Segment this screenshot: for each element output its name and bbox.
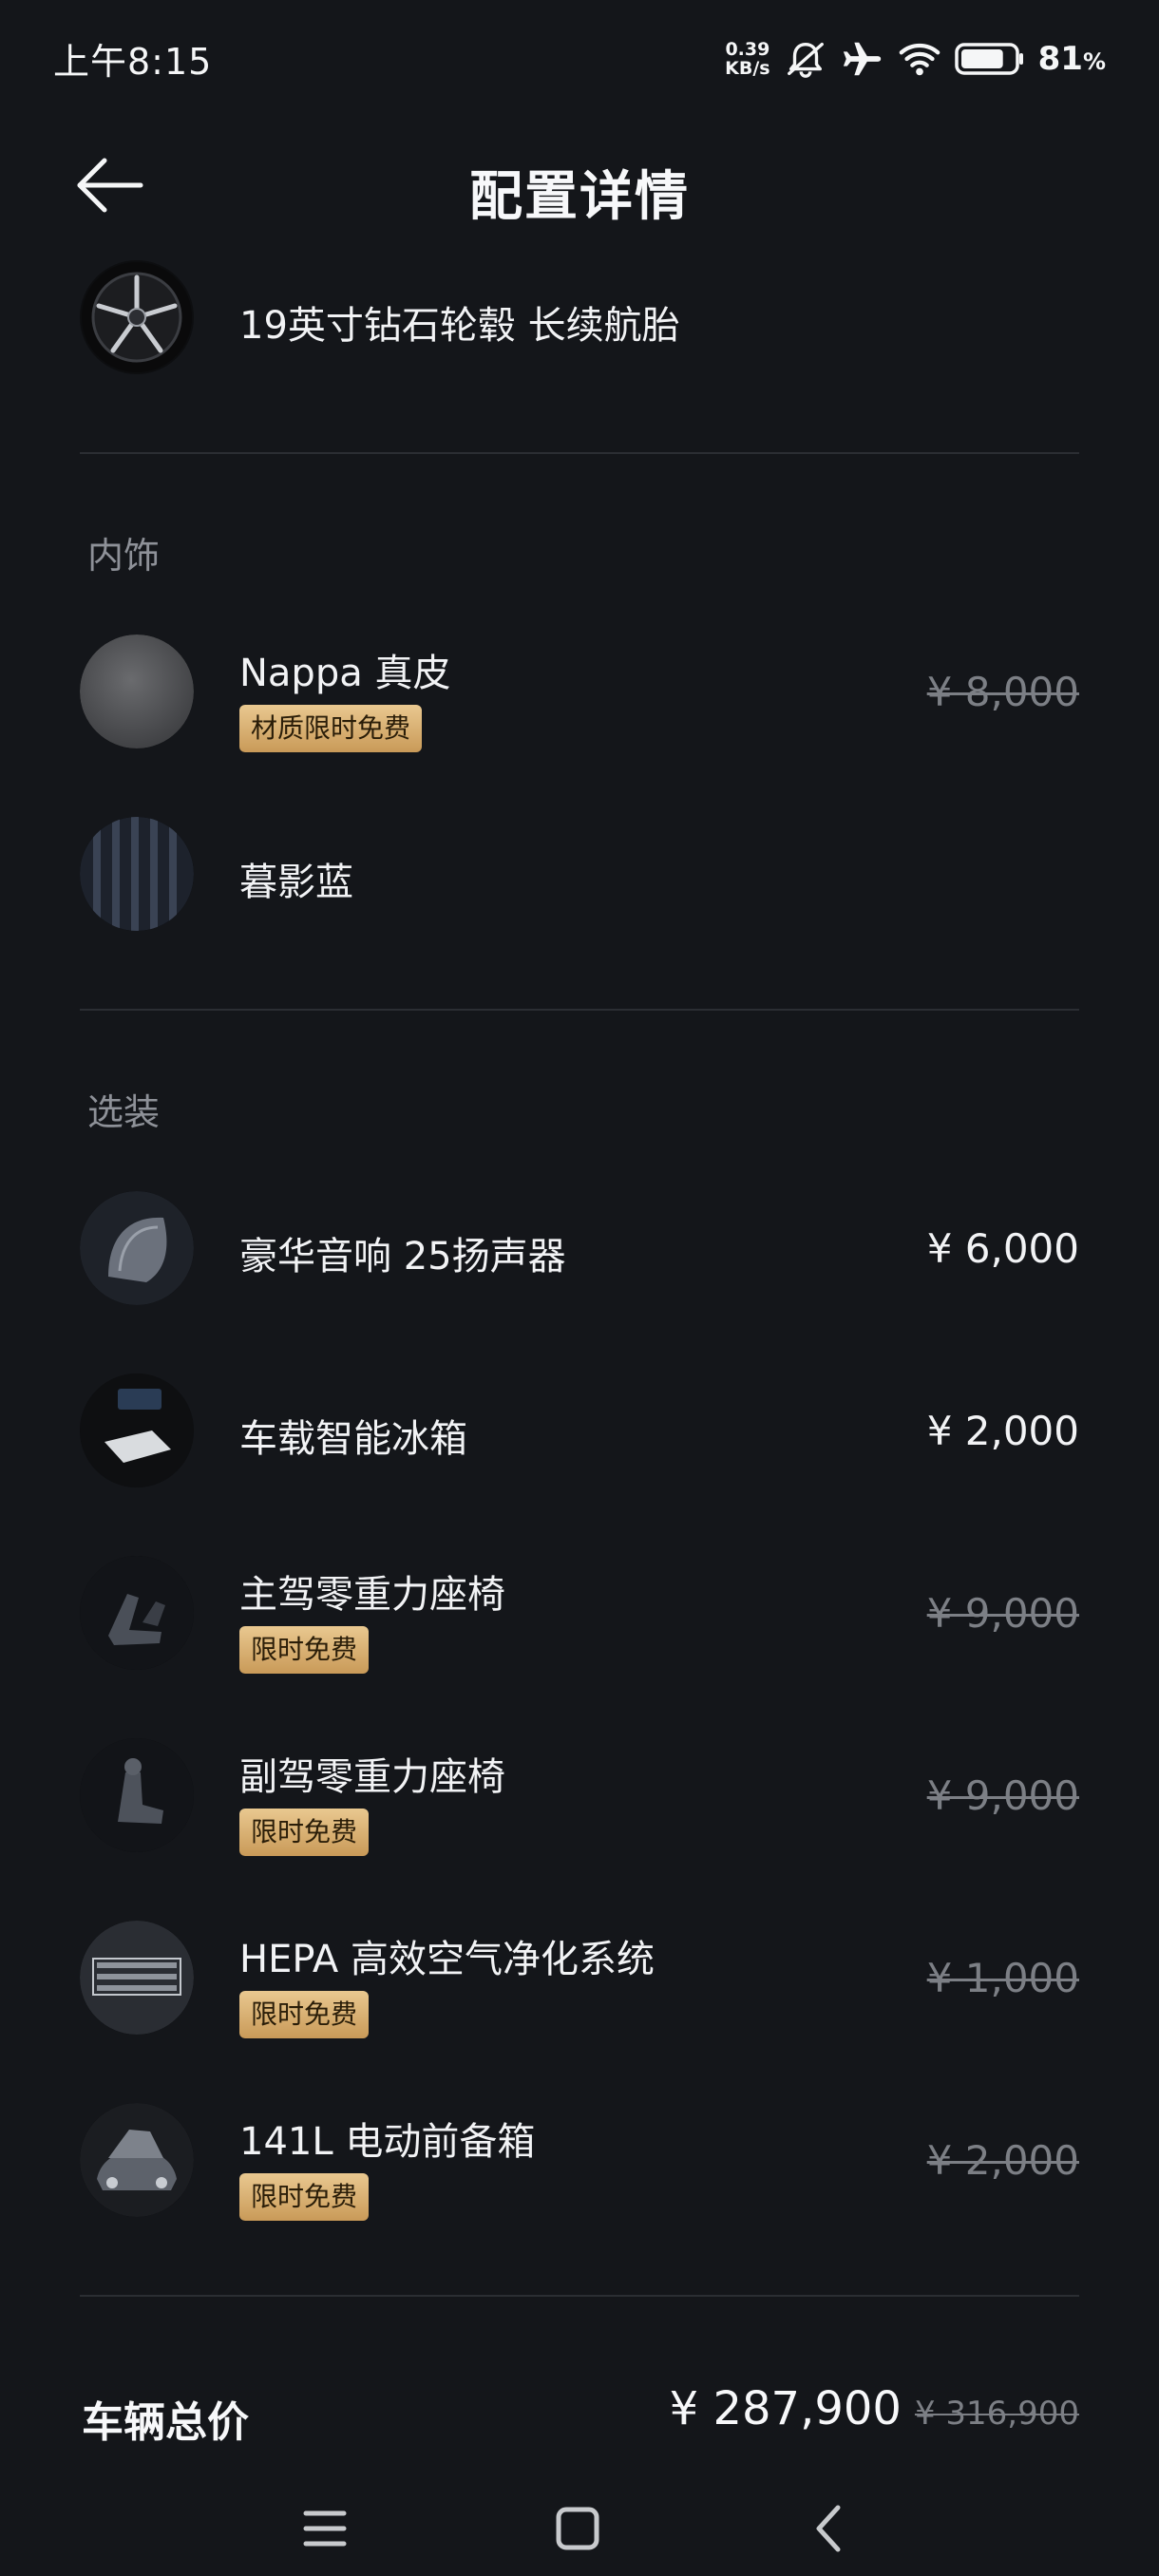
option-item-name: 豪华音响 25扬声器	[239, 1235, 566, 1279]
silent-bell-icon	[787, 42, 824, 78]
seat-thumbnail	[80, 1738, 194, 1852]
total-original-price: ¥ 316,900	[914, 2395, 1079, 2433]
option-item-name: HEPA 高效空气净化系统	[239, 1938, 655, 1981]
page-header: 配置详情	[0, 133, 1159, 237]
option-item-fridge[interactable]: 车载智能冰箱 ¥ 2,000	[80, 1372, 1079, 1489]
promo-badge: 限时免费	[239, 2173, 370, 2221]
option-item-name: 副驾零重力座椅	[239, 1755, 505, 1799]
frunk-thumbnail	[80, 2103, 194, 2217]
section-label-options: 选装	[87, 1091, 161, 1133]
home-icon	[556, 2507, 599, 2550]
section-divider	[80, 452, 1079, 454]
option-item-price: ¥ 9,000	[926, 1590, 1079, 1637]
promo-badge: 限时免费	[239, 1991, 370, 2038]
option-item-driver-seat[interactable]: 主驾零重力座椅 限时免费 ¥ 9,000	[80, 1554, 1079, 1674]
status-bar: 上午8:15 0.39 KB/s 81%	[0, 0, 1159, 114]
air-filter-thumbnail	[80, 1921, 194, 2035]
promo-badge: 限时免费	[239, 1626, 370, 1674]
color-swatch-thumbnail	[80, 817, 194, 931]
back-icon	[816, 2505, 841, 2552]
network-speed-value: 0.39	[725, 39, 770, 60]
battery-percent-value: 81	[1037, 40, 1083, 78]
promo-badge: 材质限时免费	[239, 705, 423, 752]
airplane-icon	[843, 42, 881, 76]
section-label-interior: 内饰	[87, 535, 161, 577]
system-nav-bar	[0, 2470, 1159, 2576]
total-price-label: 车辆总价	[82, 2398, 249, 2447]
interior-item-name: Nappa 真皮	[239, 652, 451, 695]
network-speed-unit: KB/s	[725, 58, 770, 79]
page-title: 配置详情	[469, 166, 690, 228]
option-item-hepa[interactable]: HEPA 高效空气净化系统 限时免费 ¥ 1,000	[80, 1919, 1079, 2038]
option-item-premium-audio[interactable]: 豪华音响 25扬声器 ¥ 6,000	[80, 1189, 1079, 1307]
total-current-price: ¥ 287,900	[669, 2382, 902, 2435]
nav-home-button[interactable]	[540, 2491, 616, 2567]
wheel-name: 19英寸钻石轮毂 长续航胎	[239, 304, 680, 348]
config-details-screen: 上午8:15 0.39 KB/s 81% 配置详情 19英寸钻石轮毂 长续航胎 …	[0, 0, 1159, 2576]
network-speed: 0.39 KB/s	[725, 40, 770, 78]
menu-icon	[303, 2510, 347, 2547]
option-item-frunk[interactable]: 141L 电动前备箱 限时免费 ¥ 2,000	[80, 2101, 1079, 2221]
total-price: ¥ 287,900 ¥ 316,900	[670, 2382, 1079, 2435]
interior-item-twilight-blue[interactable]: 暮影蓝	[80, 815, 1079, 933]
wifi-icon	[899, 43, 940, 76]
option-item-price: ¥ 2,000	[926, 1408, 1079, 1454]
wheel-item[interactable]: 19英寸钻石轮毂 长续航胎	[80, 258, 1079, 376]
section-divider	[80, 2295, 1079, 2297]
fridge-thumbnail	[80, 1373, 194, 1487]
section-divider	[80, 1009, 1079, 1011]
status-icons: 0.39 KB/s 81%	[725, 32, 1106, 85]
promo-badge: 限时免费	[239, 1809, 370, 1856]
battery-percent: 81%	[1038, 40, 1106, 78]
option-item-name: 主驾零重力座椅	[239, 1573, 505, 1617]
interior-item-nappa-leather[interactable]: Nappa 真皮 材质限时免费 ¥ 8,000	[80, 633, 1079, 752]
option-item-passenger-seat[interactable]: 副驾零重力座椅 限时免费 ¥ 9,000	[80, 1736, 1079, 1856]
nav-menu-button[interactable]	[287, 2491, 363, 2567]
interior-item-name: 暮影蓝	[239, 861, 353, 904]
option-item-price: ¥ 9,000	[926, 1772, 1079, 1819]
seat-thumbnail	[80, 1556, 194, 1670]
option-item-price: ¥ 2,000	[926, 2137, 1079, 2184]
wheel-thumbnail	[80, 260, 194, 374]
nav-back-button[interactable]	[792, 2491, 868, 2567]
option-item-name: 141L 电动前备箱	[239, 2120, 536, 2164]
status-time: 上午8:15	[53, 41, 213, 83]
battery-icon	[954, 43, 1023, 75]
option-item-price: ¥ 1,000	[926, 1955, 1079, 2001]
battery-percent-suffix: %	[1082, 48, 1106, 75]
interior-item-price: ¥ 8,000	[926, 669, 1079, 715]
option-item-name: 车载智能冰箱	[239, 1417, 467, 1461]
speaker-thumbnail	[80, 1191, 194, 1305]
leather-thumbnail	[80, 635, 194, 748]
option-item-price: ¥ 6,000	[926, 1225, 1079, 1272]
